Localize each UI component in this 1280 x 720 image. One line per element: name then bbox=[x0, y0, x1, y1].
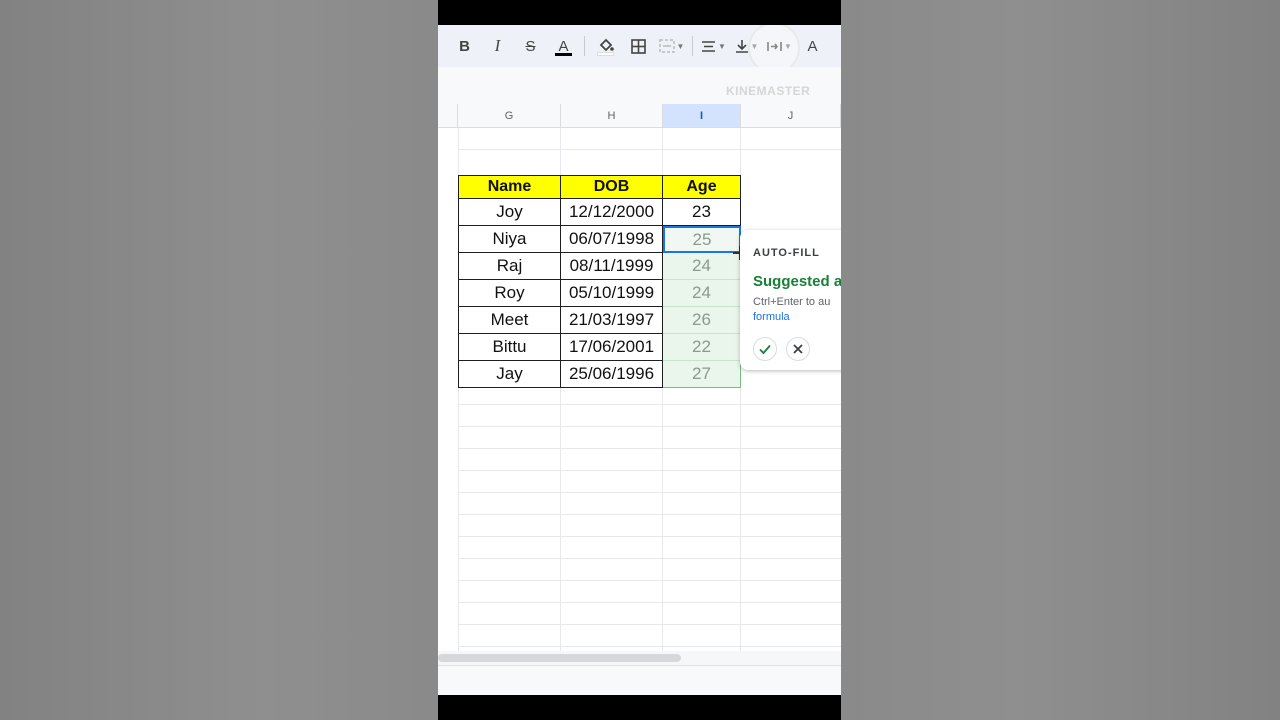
autofill-suggestion-popup: AUTO-FILL Suggested a Ctrl+Enter to au f… bbox=[740, 230, 841, 370]
grid-line bbox=[458, 448, 841, 449]
table-cell-dob[interactable]: 21/03/1997 bbox=[561, 307, 663, 334]
header-cell-age[interactable]: Age bbox=[663, 175, 741, 199]
grid-line bbox=[458, 624, 841, 625]
close-icon bbox=[793, 344, 803, 354]
suggested-cell-age[interactable]: 26 bbox=[663, 307, 741, 334]
toolbar-divider bbox=[692, 36, 693, 56]
shortcut-hint: Ctrl+Enter to au bbox=[753, 296, 831, 308]
table-cell-dob[interactable]: 05/10/1999 bbox=[561, 280, 663, 307]
sheet-footer bbox=[438, 665, 841, 695]
spreadsheet-screen: B I S A ▼ ▼ ▼ ▼ A KINEMASTER G H I J Nam… bbox=[438, 25, 841, 695]
fill-color-swatch bbox=[597, 52, 614, 56]
grid-line bbox=[458, 602, 841, 603]
column-header-j[interactable]: J bbox=[741, 104, 841, 128]
table-cell-name[interactable]: Jay bbox=[458, 361, 561, 388]
table-cell-name[interactable]: Bittu bbox=[458, 334, 561, 361]
merge-icon bbox=[658, 39, 675, 53]
grid-line bbox=[458, 558, 841, 559]
accept-suggestion-button[interactable] bbox=[753, 337, 777, 361]
borders-icon bbox=[631, 38, 646, 54]
bold-button[interactable]: B bbox=[448, 31, 481, 61]
table-cell-name[interactable]: Meet bbox=[458, 307, 561, 334]
grid-line bbox=[458, 470, 841, 471]
grid-line bbox=[458, 492, 841, 493]
grid-line bbox=[458, 404, 841, 405]
suggested-cell-age[interactable]: 27 bbox=[663, 361, 741, 388]
formula-link[interactable]: formula bbox=[753, 311, 841, 323]
table-cell-name[interactable]: Raj bbox=[458, 253, 561, 280]
table-cell-dob[interactable]: 17/06/2001 bbox=[561, 334, 663, 361]
borders-button[interactable] bbox=[622, 31, 655, 61]
watermark-text: KINEMASTER bbox=[726, 84, 811, 98]
header-cell-name[interactable]: Name bbox=[458, 175, 561, 199]
table-cell-dob[interactable]: 12/12/2000 bbox=[561, 199, 663, 226]
column-header-h[interactable]: H bbox=[561, 104, 663, 128]
toolbar-divider bbox=[584, 36, 585, 56]
blurred-background-left bbox=[0, 0, 438, 720]
suggested-cell-age[interactable]: 24 bbox=[663, 253, 741, 280]
grid-line bbox=[458, 514, 841, 515]
grid-line bbox=[458, 536, 841, 537]
merge-cells-button[interactable]: ▼ bbox=[655, 31, 688, 61]
text-color-icon: A bbox=[558, 37, 569, 55]
text-color-swatch bbox=[555, 53, 572, 56]
header-cell-dob[interactable]: DOB bbox=[561, 175, 663, 199]
table-cell-age[interactable]: 23 bbox=[663, 199, 741, 226]
scrollbar-thumb[interactable] bbox=[438, 654, 681, 662]
italic-button[interactable]: I bbox=[481, 31, 514, 61]
popup-actions bbox=[753, 337, 841, 361]
grid-line bbox=[458, 646, 841, 647]
chevron-down-icon: ▼ bbox=[676, 41, 685, 51]
blurred-background-right bbox=[841, 0, 1280, 720]
fill-color-button[interactable] bbox=[589, 31, 622, 61]
check-icon bbox=[759, 344, 771, 355]
column-header-g[interactable]: G bbox=[458, 104, 561, 128]
table-cell-dob[interactable]: 25/06/1996 bbox=[561, 361, 663, 388]
grid-line bbox=[458, 149, 841, 150]
text-color-button[interactable]: A bbox=[547, 31, 580, 61]
suggestion-heading: Suggested a bbox=[753, 273, 841, 290]
popup-title: AUTO-FILL bbox=[753, 247, 820, 259]
dismiss-suggestion-button[interactable] bbox=[786, 337, 810, 361]
grid-line bbox=[458, 426, 841, 427]
table-cell-name[interactable]: Roy bbox=[458, 280, 561, 307]
chevron-down-icon: ▼ bbox=[718, 41, 726, 51]
table-cell-name[interactable]: Niya bbox=[458, 226, 561, 253]
phone-frame: B I S A ▼ ▼ ▼ ▼ A KINEMASTER G H I J Nam… bbox=[438, 0, 841, 720]
table-cell-dob[interactable]: 06/07/1998 bbox=[561, 226, 663, 253]
table-cell-name[interactable]: Joy bbox=[458, 199, 561, 226]
column-header-i[interactable]: I bbox=[663, 104, 741, 128]
suggested-cell-age[interactable]: 24 bbox=[663, 280, 741, 307]
active-cell-age[interactable]: 25 bbox=[663, 226, 741, 253]
align-icon bbox=[702, 40, 716, 52]
grid-line bbox=[458, 580, 841, 581]
select-all-corner[interactable] bbox=[438, 104, 458, 128]
horizontal-align-button[interactable]: ▼ bbox=[697, 31, 730, 61]
text-rotation-button[interactable]: A bbox=[796, 31, 829, 61]
vertical-align-icon bbox=[735, 39, 748, 53]
strikethrough-button[interactable]: S bbox=[514, 31, 547, 61]
suggested-cell-age[interactable]: 22 bbox=[663, 334, 741, 361]
table-cell-dob[interactable]: 08/11/1999 bbox=[561, 253, 663, 280]
